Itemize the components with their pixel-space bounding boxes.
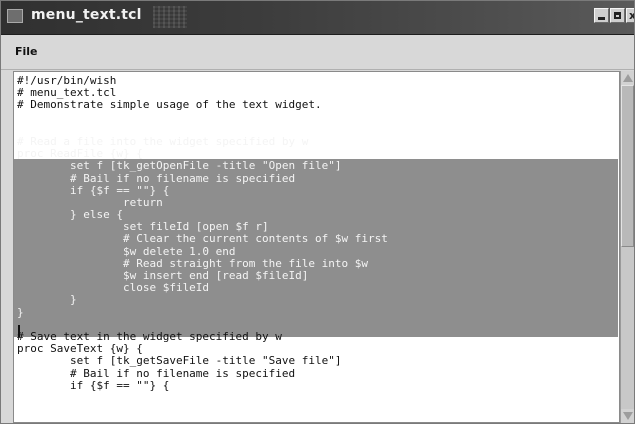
code-line: set f [tk_getSaveFile -title "Save file"…	[17, 354, 342, 368]
scroll-down-button[interactable]	[621, 409, 634, 423]
menu-file[interactable]: File	[15, 45, 38, 58]
code-line: # Demonstrate simple usage of the text w…	[17, 98, 322, 112]
code-content: #!/usr/bin/wish # menu_text.tcl # Demonstr…	[17, 74, 619, 392]
title-decoration	[153, 6, 187, 28]
title-bar[interactable]: menu_text.tcl x	[1, 1, 634, 35]
text-cursor	[18, 325, 20, 337]
selected-code-line: # Bail if no filename is specified	[17, 171, 296, 185]
selected-code-line: close $fileId	[17, 281, 210, 295]
maximize-icon	[614, 12, 621, 19]
minimize-icon	[598, 17, 605, 20]
code-line: if {$f == ""} {	[17, 378, 170, 392]
window-title: menu_text.tcl	[31, 7, 142, 23]
app-window: menu_text.tcl x File #!/usr/bin/wish# me…	[0, 0, 635, 424]
arrow-up-icon	[623, 74, 633, 82]
vertical-scrollbar[interactable]	[620, 71, 634, 423]
selected-code-line: }	[17, 293, 77, 307]
text-widget[interactable]: #!/usr/bin/wish # menu_text.tcl # Demonstr…	[13, 71, 620, 423]
scroll-up-button[interactable]	[621, 71, 634, 85]
selected-code-line: $w delete 1.0 end	[17, 244, 236, 258]
scrollbar-thumb[interactable]	[621, 85, 634, 247]
maximize-button[interactable]	[610, 8, 625, 23]
close-button[interactable]: x	[626, 8, 634, 23]
minimize-button[interactable]	[594, 8, 609, 23]
selected-code-line: }	[17, 305, 24, 319]
window-icon[interactable]	[7, 9, 23, 23]
close-icon: x	[629, 10, 634, 21]
selected-code-line: set f [tk_getOpenFile -title "Open file"…	[17, 159, 342, 173]
arrow-down-icon	[623, 412, 633, 420]
selected-code-line: # Clear the current contents of $w first	[17, 232, 388, 246]
code-line: # Bail if no filename is specified	[17, 366, 296, 380]
menu-bar: File	[1, 35, 634, 70]
